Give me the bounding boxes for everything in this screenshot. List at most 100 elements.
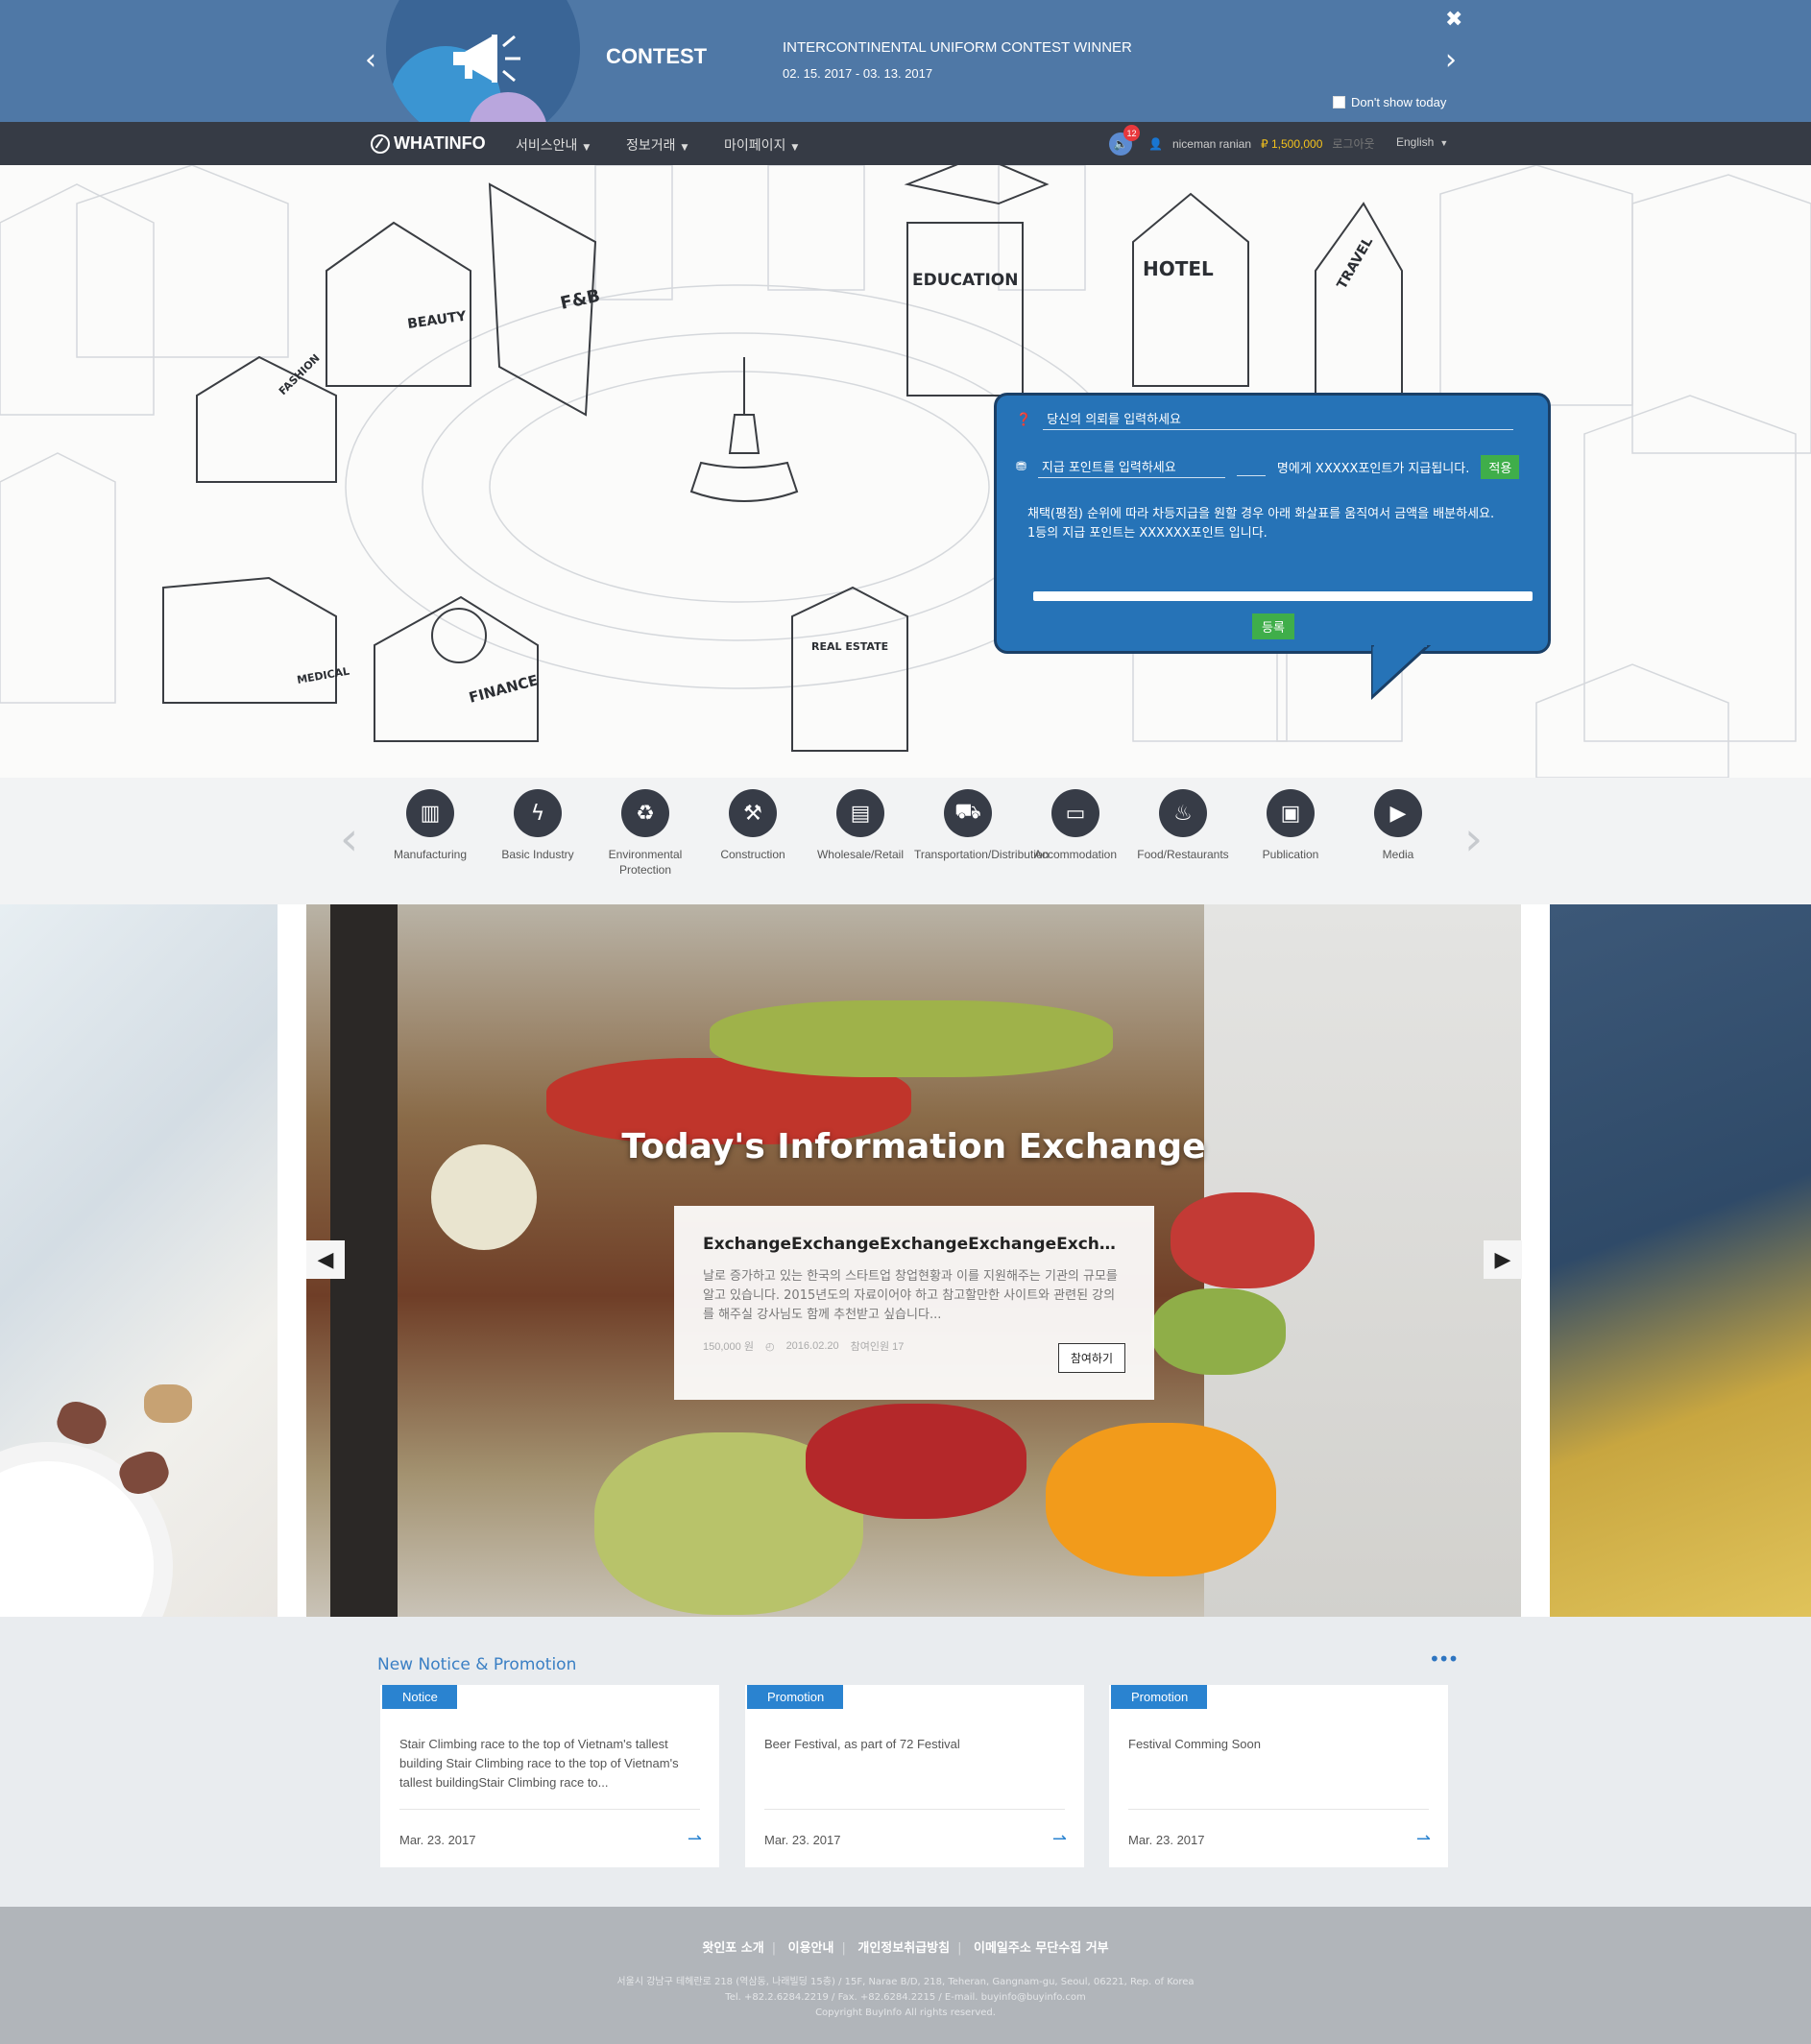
submit-button[interactable]: 등록	[1252, 613, 1294, 639]
distribution-slider[interactable]	[1033, 591, 1533, 601]
category-item[interactable]: ♨ Food/Restaurants	[1129, 789, 1237, 862]
notice-text: Beer Festival, as part of 72 Festival	[764, 1737, 960, 1751]
notice-card[interactable]: Notice Stair Climbing race to the top of …	[380, 1685, 719, 1867]
category-item[interactable]: ▥ Manufacturing	[376, 789, 484, 862]
people-count-input[interactable]	[1236, 459, 1266, 476]
language-select[interactable]: English ▼	[1396, 135, 1448, 149]
footer-link-privacy[interactable]: 개인정보취급방침	[857, 1941, 950, 1956]
logo-text: WHATINFO	[394, 133, 486, 153]
notice-date: Mar. 23. 2017	[1128, 1833, 1205, 1847]
dont-show-checkbox[interactable]	[1333, 96, 1345, 108]
chevron-left-icon[interactable]: ‹	[365, 46, 376, 75]
category-label: Manufacturing	[393, 848, 468, 861]
energy-icon: ϟ	[514, 789, 562, 837]
username[interactable]: niceman ranian	[1172, 137, 1251, 151]
megaphone-icon	[453, 35, 520, 83]
category-item[interactable]: ▶ Media	[1344, 789, 1452, 862]
category-item[interactable]: ▣ Publication	[1237, 789, 1344, 862]
site-logo[interactable]: WHATINFO	[371, 133, 486, 154]
category-item[interactable]: ϟ Basic Industry	[484, 789, 592, 862]
notice-tag: Promotion	[747, 1685, 844, 1709]
card-title[interactable]: ExchangeExchangeExchangeExchangeExchange…	[703, 1235, 1125, 1254]
label-finance: FINANCE	[467, 671, 540, 706]
footer-address-block: 서울시 강남구 테헤란로 218 (역삼동, 나래빌딩 15층) / 15F, …	[0, 1975, 1811, 2021]
arrow-right-icon[interactable]: ⇀	[1052, 1829, 1067, 1849]
bed-icon: ▭	[1051, 789, 1099, 837]
arrow-right-icon[interactable]: ⇀	[688, 1829, 702, 1849]
question-icon: ❓	[1016, 412, 1032, 427]
banner-title: CONTEST	[606, 44, 708, 68]
label-hotel: HOTEL	[1143, 257, 1214, 280]
banner-headline[interactable]: INTERCONTINENTAL UNIFORM CONTEST WINNER	[783, 39, 1132, 56]
card-price: 150,000 원	[703, 1341, 754, 1353]
divider	[764, 1809, 1065, 1810]
caret-right-icon: ▶	[1494, 1247, 1511, 1272]
card-body: 날로 증가하고 있는 한국의 스타트업 창업현황과 이를 지원해주는 기관의 규…	[703, 1269, 1118, 1322]
notice-heading: New Notice & Promotion	[377, 1655, 577, 1674]
more-icon[interactable]: •••	[1429, 1647, 1459, 1671]
category-item[interactable]: ▭ Accommodation	[1022, 789, 1129, 862]
exchange-card[interactable]: ExchangeExchangeExchangeExchangeExchange…	[674, 1206, 1154, 1400]
store-icon: ▤	[836, 789, 884, 837]
chevron-right-icon[interactable]: ›	[1445, 46, 1457, 75]
menu-my-page[interactable]: 마이페이지 ▼	[724, 135, 798, 155]
user-points: ₽ 1,500,000	[1261, 136, 1323, 151]
close-icon[interactable]: ✖	[1445, 8, 1462, 32]
carousel-next-button[interactable]: ▶	[1484, 1240, 1522, 1279]
menu-service-info[interactable]: 서비스안내 ▼	[516, 135, 590, 155]
label-fnb: F&B	[559, 286, 602, 314]
category-label: Construction	[720, 848, 785, 861]
card-date: 2016.02.20	[785, 1340, 839, 1352]
dont-show-label: Don't show today	[1351, 95, 1447, 109]
user-icon: 👤	[1148, 136, 1163, 151]
category-item[interactable]: ▤ Wholesale/Retail	[807, 789, 914, 862]
label-medical: MEDICAL	[296, 665, 350, 686]
featured-carousel: Today's Information Exchange ExchangeExc…	[0, 904, 1811, 1617]
chevron-right-icon[interactable]: ›	[1464, 816, 1483, 862]
notice-card[interactable]: Promotion Festival Comming Soon Mar. 23. 2…	[1109, 1685, 1448, 1867]
points-suffix: 명에게 XXXXX포인트가 지급됩니다.	[1276, 462, 1470, 476]
bubble-description: 채택(평점) 순위에 따라 차등지급을 원할 경우 아래 화살표를 움직여서 금…	[1027, 507, 1495, 541]
carousel-prev-button[interactable]: ◀	[306, 1240, 345, 1279]
logout-link[interactable]: 로그아웃	[1332, 135, 1374, 152]
category-label: Basic Industry	[501, 848, 574, 861]
dont-show-today[interactable]: Don't show today	[1333, 95, 1446, 109]
notice-text: Stair Climbing race to the top of Vietna…	[399, 1737, 679, 1790]
points-input[interactable]: 지급 포인트를 입력하세요	[1037, 457, 1225, 478]
top-nav: WHATINFO 서비스안내 ▼ 정보거래 ▼ 마이페이지 ▼ 🔈 12 👤 nice…	[0, 122, 1811, 165]
footer-link-guide[interactable]: 이용안내	[788, 1941, 834, 1956]
book-icon: ▣	[1267, 789, 1315, 837]
join-button[interactable]: 참여하기	[1057, 1343, 1125, 1373]
recycle-icon: ♻	[621, 789, 669, 837]
points-icon: ₽	[1261, 136, 1271, 151]
footer-link-about[interactable]: 왓인포 소개	[702, 1941, 763, 1956]
category-label: Publication	[1262, 848, 1319, 861]
notification-badge: 12	[1123, 125, 1140, 141]
category-label: Accommodation	[1033, 848, 1118, 861]
chevron-left-icon[interactable]: ‹	[340, 816, 358, 862]
apply-button[interactable]: 적용	[1481, 455, 1520, 479]
footer-link-email-policy[interactable]: 이메일주소 무단수집 거부	[974, 1941, 1109, 1956]
category-label: Transportation/Distribution	[914, 848, 1050, 861]
notice-section: New Notice & Promotion ••• Notice Stair C…	[0, 1617, 1811, 1907]
category-label: Media	[1382, 848, 1414, 861]
contest-banner: ‹ CONTEST INTERCONTINENTAL UNIFORM CONTE…	[0, 0, 1811, 122]
category-item[interactable]: ♻ Environmental Protection	[592, 789, 699, 878]
request-input[interactable]: 당신의 의뢰를 입력하세요	[1043, 409, 1514, 430]
notice-card[interactable]: Promotion Beer Festival, as part of 72 Fe…	[745, 1685, 1084, 1867]
menu-info-trade[interactable]: 정보거래 ▼	[626, 135, 688, 155]
category-item[interactable]: ⛟ Transportation/Distribution	[914, 789, 1050, 862]
caret-down-icon: ▼	[1439, 138, 1449, 148]
category-item[interactable]: ⚒ Construction	[699, 789, 807, 862]
category-label: Environmental Protection	[608, 848, 683, 877]
footer-links: 왓인포 소개 | 이용안내 | 개인정보취급방침 | 이메일주소 무단수집 거부	[702, 1941, 1109, 1956]
footer-address: 서울시 강남구 테헤란로 218 (역삼동, 나래빌딩 15층) / 15F, …	[616, 1977, 1195, 1987]
contest-badge	[386, 0, 580, 122]
truck-icon: ⛟	[944, 789, 992, 837]
arrow-right-icon[interactable]: ⇀	[1416, 1829, 1431, 1849]
divider	[399, 1809, 700, 1810]
divider	[1128, 1809, 1429, 1810]
caret-down-icon: ▼	[791, 143, 799, 153]
notice-date: Mar. 23. 2017	[764, 1833, 841, 1847]
label-travel: TRAVEL	[1335, 234, 1377, 292]
